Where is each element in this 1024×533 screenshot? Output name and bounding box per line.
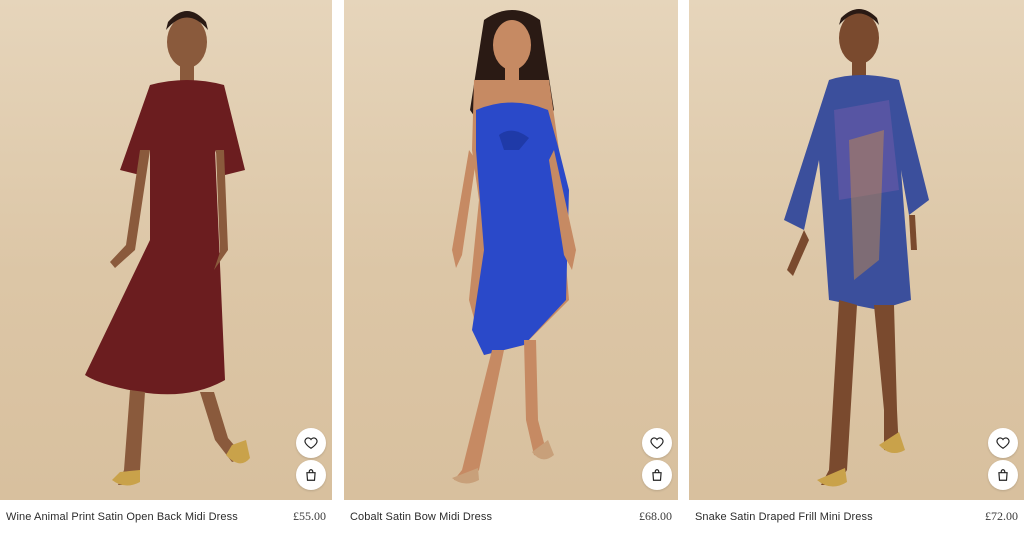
product-card[interactable]: Snake Satin Draped Frill Mini Dress £72.… [689,0,1024,533]
product-title[interactable]: Snake Satin Draped Frill Mini Dress [695,511,873,523]
shopping-bag-icon [306,469,316,481]
add-to-bag-button[interactable] [988,460,1018,490]
wishlist-button[interactable] [296,428,326,458]
model-illustration [784,9,929,487]
add-to-bag-button[interactable] [642,460,672,490]
shopping-bag-icon [998,469,1008,481]
heart-icon [996,437,1010,449]
product-title[interactable]: Wine Animal Print Satin Open Back Midi D… [6,511,238,523]
product-price: £55.00 [293,509,326,523]
product-image[interactable] [344,0,678,500]
product-grid: Wine Animal Print Satin Open Back Midi D… [0,0,1024,533]
product-title[interactable]: Cobalt Satin Bow Midi Dress [350,511,492,523]
wishlist-button[interactable] [642,428,672,458]
product-image[interactable] [0,0,332,500]
heart-icon [304,437,318,449]
wishlist-button[interactable] [988,428,1018,458]
shopping-bag-icon [652,469,662,481]
product-price: £72.00 [985,509,1018,523]
model-illustration [452,10,576,484]
product-info: Snake Satin Draped Frill Mini Dress £72.… [689,500,1024,533]
heart-icon [650,437,664,449]
model-illustration [85,11,250,486]
product-image[interactable] [689,0,1024,500]
product-info: Cobalt Satin Bow Midi Dress £68.00 [344,500,678,533]
product-card[interactable]: Wine Animal Print Satin Open Back Midi D… [0,0,332,533]
product-card[interactable]: Cobalt Satin Bow Midi Dress £68.00 [344,0,678,533]
product-price: £68.00 [639,509,672,523]
add-to-bag-button[interactable] [296,460,326,490]
product-info: Wine Animal Print Satin Open Back Midi D… [0,500,332,533]
